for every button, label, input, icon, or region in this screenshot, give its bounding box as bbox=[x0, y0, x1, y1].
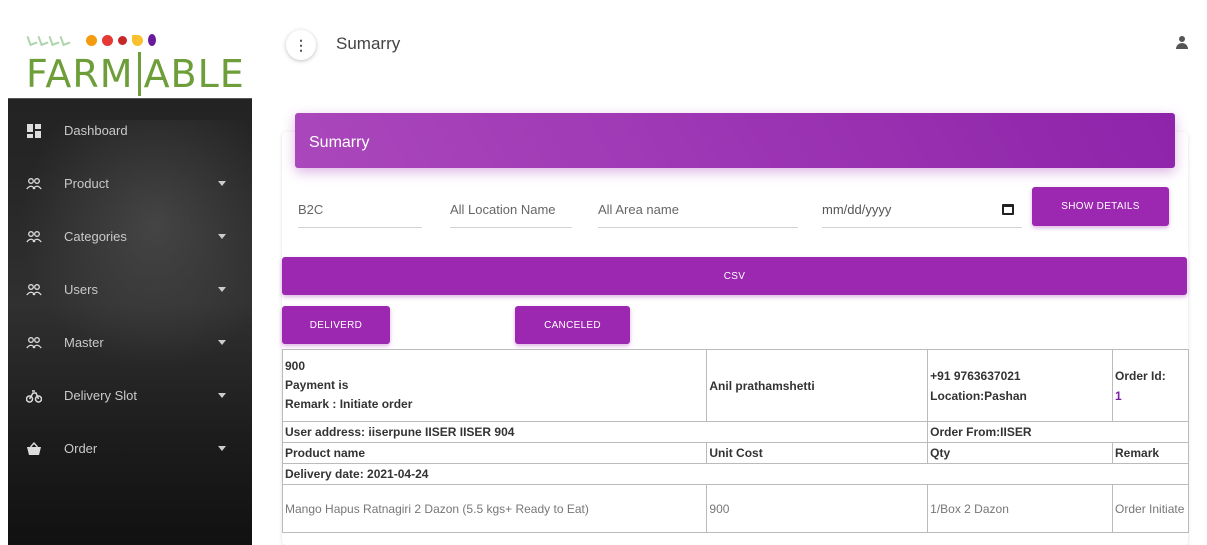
sidebar-item-product[interactable]: Product bbox=[8, 157, 252, 210]
page-title: Sumarry bbox=[336, 34, 401, 53]
area-select[interactable]: All Area name bbox=[598, 192, 798, 228]
show-details-button[interactable]: SHOW DETAILS bbox=[1032, 187, 1169, 226]
column-header: Unit Cost bbox=[706, 442, 929, 464]
order-id-cell: Order Id: 1 bbox=[1112, 349, 1189, 422]
delivered-button[interactable]: DELIVERD bbox=[282, 306, 390, 344]
product-name: Mango Hapus Ratnagiri 2 Dazon (5.5 kgs+ … bbox=[281, 484, 708, 533]
farmtable-logo[interactable]: FARM ABLE bbox=[8, 10, 252, 98]
order-table: 900 Payment is Remark : Initiate order A… bbox=[281, 349, 1189, 533]
canceled-button[interactable]: CANCELED bbox=[515, 306, 630, 344]
dashboard-icon bbox=[26, 123, 42, 138]
delivery-date-row: Delivery date: 2021-04-24 bbox=[282, 463, 1189, 485]
basket-icon bbox=[26, 441, 42, 456]
people-icon bbox=[26, 230, 42, 244]
location-select[interactable]: All Location Name bbox=[450, 192, 572, 228]
sidebar-item-label: Users bbox=[64, 282, 98, 297]
chevron-down-icon bbox=[218, 446, 226, 451]
more-vert-button[interactable]: ⋮ bbox=[286, 30, 316, 60]
quantity: 1/Box 2 Dazon bbox=[927, 484, 1114, 533]
user-account-icon[interactable] bbox=[1175, 36, 1189, 50]
user-address: User address: iiserpune IISER IISER 904 bbox=[281, 421, 929, 443]
sidebar-item-dashboard[interactable]: Dashboard bbox=[8, 104, 252, 157]
table-header-row: Product name Unit Cost Qty Remark bbox=[281, 442, 1189, 464]
logo-text: FARM ABLE bbox=[26, 52, 245, 96]
customer-location: Location:Pashan bbox=[930, 388, 1027, 403]
order-summary-row: 900 Payment is Remark : Initiate order A… bbox=[281, 349, 1189, 422]
delivery-date: Delivery date: 2021-04-24 bbox=[282, 463, 1189, 485]
customer-name: Anil prathamshetti bbox=[706, 349, 929, 422]
bike-icon bbox=[26, 389, 42, 403]
top-bar: ⋮ Sumarry bbox=[252, 10, 1207, 80]
sidebar-item-users[interactable]: Users bbox=[8, 263, 252, 316]
csv-button[interactable]: CSV bbox=[282, 257, 1187, 295]
sidebar-item-label: Categories bbox=[64, 229, 127, 244]
logo-produce-icons bbox=[26, 33, 156, 47]
sidebar-item-delivery-slot[interactable]: Delivery Slot bbox=[8, 369, 252, 422]
contact-cell: +91 9763637021 Location:Pashan bbox=[927, 349, 1114, 422]
column-header: Qty bbox=[927, 442, 1114, 464]
sidebar-item-label: Dashboard bbox=[64, 123, 128, 138]
address-row: User address: iiserpune IISER IISER 904 … bbox=[281, 421, 1189, 443]
sidebar-item-categories[interactable]: Categories bbox=[8, 210, 252, 263]
payment-status: Payment is bbox=[285, 378, 349, 392]
sidebar-item-master[interactable]: Master bbox=[8, 316, 252, 369]
unit-cost: 900 bbox=[706, 484, 929, 533]
calendar-icon[interactable] bbox=[1002, 204, 1014, 215]
chevron-down-icon bbox=[218, 340, 226, 345]
date-placeholder: mm/dd/yyyy bbox=[822, 202, 892, 217]
order-id-label: Order Id: bbox=[1115, 368, 1166, 383]
order-remark: Remark : Initiate order bbox=[285, 397, 413, 411]
sidebar: FARM ABLE Dashboard Product Categories U… bbox=[8, 10, 252, 545]
more-vert-icon: ⋮ bbox=[294, 36, 308, 53]
item-remark: Order Initiate bbox=[1112, 484, 1189, 533]
people-icon bbox=[26, 283, 42, 297]
column-header: Remark bbox=[1112, 442, 1189, 464]
sidebar-nav: Dashboard Product Categories Users Maste… bbox=[8, 104, 252, 475]
people-icon bbox=[26, 177, 42, 191]
sidebar-item-label: Product bbox=[64, 176, 109, 191]
chevron-down-icon bbox=[218, 181, 226, 186]
sidebar-item-label: Delivery Slot bbox=[64, 388, 137, 403]
card-title: Sumarry bbox=[295, 113, 1175, 168]
sidebar-item-label: Order bbox=[64, 441, 98, 456]
column-header: Product name bbox=[281, 442, 708, 464]
order-summary-cell: 900 Payment is Remark : Initiate order bbox=[281, 349, 708, 422]
order-id-link[interactable]: 1 bbox=[1115, 386, 1186, 406]
chevron-down-icon bbox=[218, 287, 226, 292]
sidebar-item-order[interactable]: Order bbox=[8, 422, 252, 475]
people-icon bbox=[26, 336, 42, 350]
order-from: Order From:IISER bbox=[927, 421, 1189, 443]
chevron-down-icon bbox=[218, 393, 226, 398]
chevron-down-icon bbox=[218, 234, 226, 239]
customer-type-select[interactable]: B2C bbox=[298, 192, 422, 228]
app-root: FARM ABLE Dashboard Product Categories U… bbox=[0, 0, 1207, 545]
table-row: Mango Hapus Ratnagiri 2 Dazon (5.5 kgs+ … bbox=[281, 484, 1189, 533]
order-amount: 900 bbox=[285, 359, 306, 373]
customer-phone: +91 9763637021 bbox=[930, 368, 1021, 383]
sidebar-item-label: Master bbox=[64, 335, 104, 350]
date-input[interactable]: mm/dd/yyyy bbox=[822, 192, 1022, 228]
